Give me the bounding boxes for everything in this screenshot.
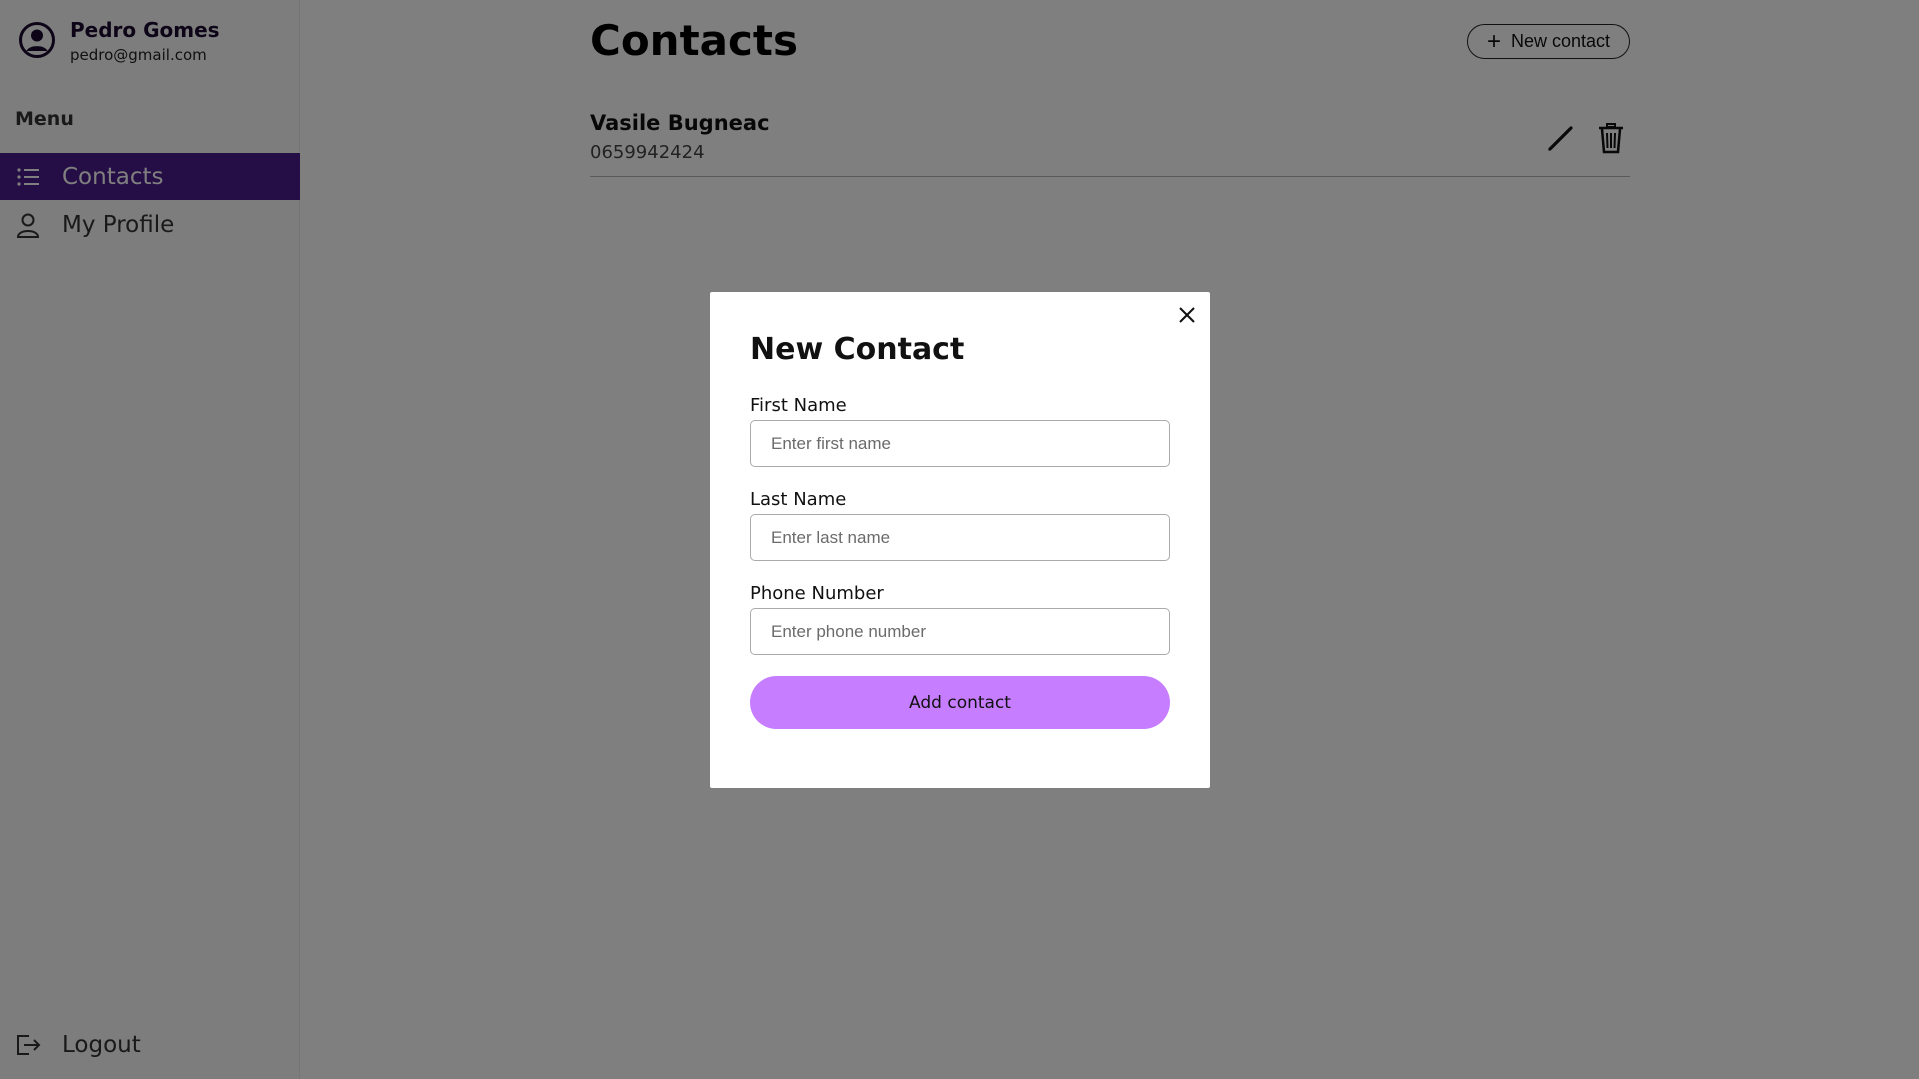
new-contact-modal: New Contact First Name Last Name Phone N… <box>710 292 1210 788</box>
phone-number-input[interactable] <box>750 608 1170 655</box>
add-contact-button[interactable]: Add contact <box>750 676 1170 729</box>
modal-title: New Contact <box>750 332 965 367</box>
app-root: Pedro Gomes pedro@gmail.com Menu Contact… <box>0 0 1919 1079</box>
last-name-input[interactable] <box>750 514 1170 561</box>
phone-number-label: Phone Number <box>750 583 884 604</box>
close-modal-button[interactable] <box>1174 302 1200 328</box>
first-name-input[interactable] <box>750 420 1170 467</box>
close-icon <box>1179 307 1195 323</box>
first-name-label: First Name <box>750 395 847 416</box>
last-name-label: Last Name <box>750 489 847 510</box>
